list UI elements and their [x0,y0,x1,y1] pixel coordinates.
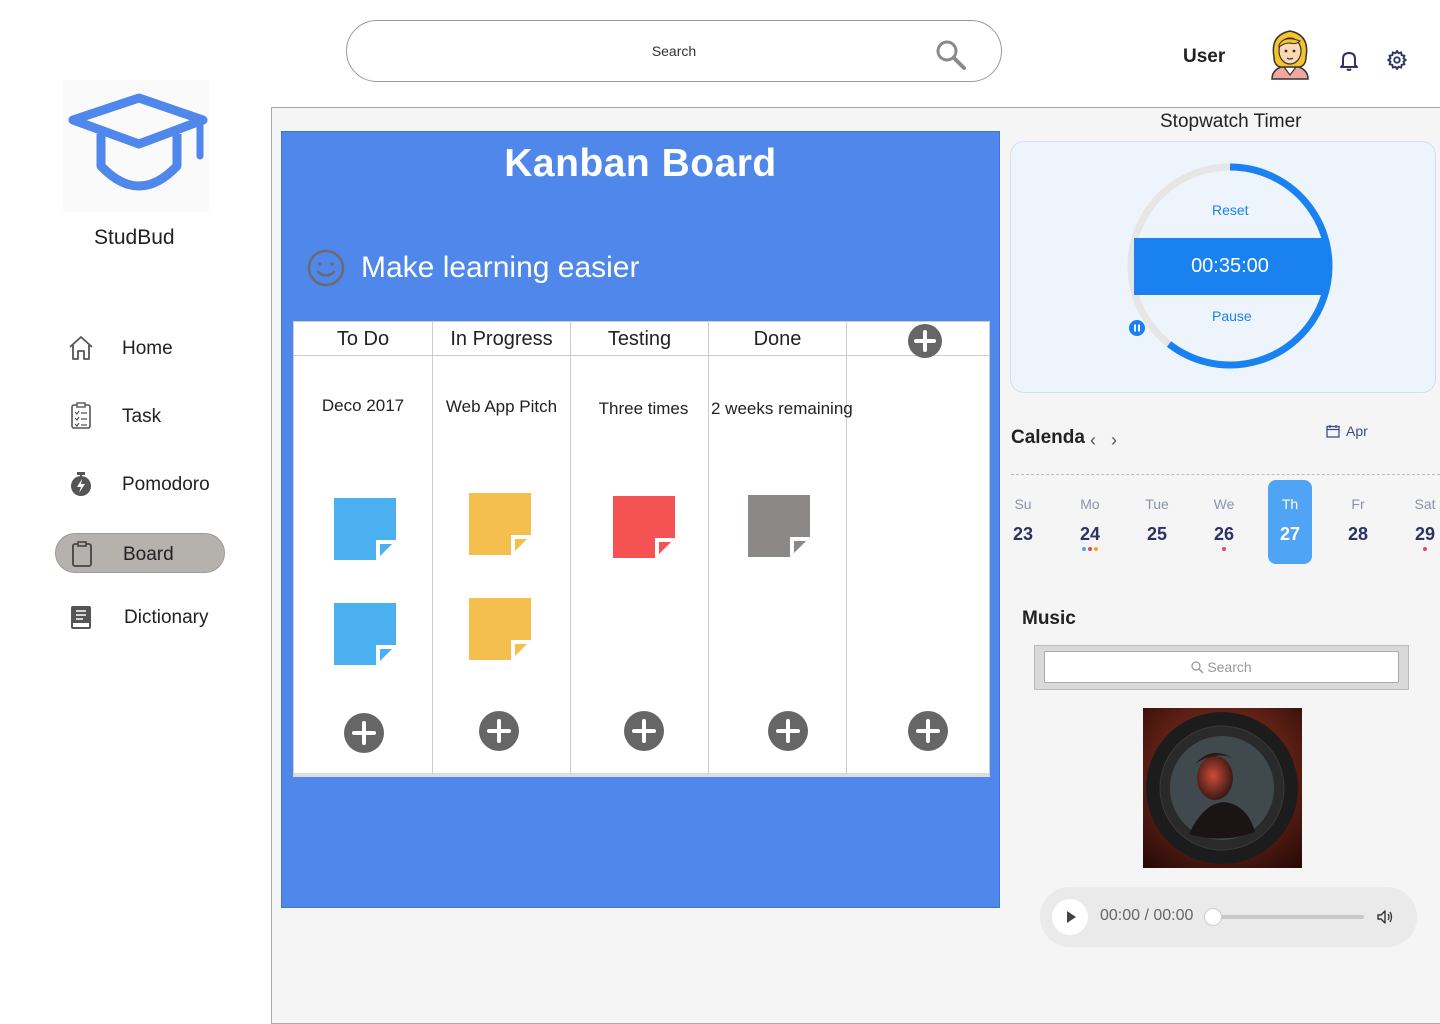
add-card-button[interactable] [767,710,809,752]
add-column-button[interactable] [904,320,946,362]
stopwatch-pause-button[interactable]: Pause [1212,308,1252,324]
avatar[interactable] [1266,27,1314,81]
sticky-note-icon[interactable] [467,596,533,662]
divider [1011,474,1440,475]
calendar-month: Apr [1346,423,1368,439]
kanban-column-new [847,322,989,774]
day-name: Sat [1414,496,1436,512]
music-search-input[interactable]: Search [1044,651,1399,683]
album-cover [1143,708,1302,868]
day-name: Th [1281,496,1299,512]
day-name: Tue [1145,496,1169,512]
audio-progress-handle[interactable] [1204,908,1222,926]
top-search-placeholder: Search [651,43,697,59]
day-date: 24 [1079,524,1101,544]
home-icon [69,336,93,360]
search-icon[interactable] [935,39,967,71]
add-card-button[interactable] [623,710,665,752]
bell-icon[interactable] [1338,49,1360,71]
audio-progress-track[interactable] [1212,915,1364,919]
add-card-button[interactable] [907,710,949,752]
day-date: 23 [1012,524,1034,544]
stopwatch-time: 00:35:00 [1134,238,1326,295]
search-icon [1191,661,1204,674]
sticky-note-icon[interactable] [332,496,398,562]
calendar-day[interactable]: Sat 29 [1403,480,1440,564]
chevron-right-icon[interactable]: › [1111,430,1117,451]
audio-player: 00:00 / 00:00 [1040,887,1417,947]
sidebar-item-label: Board [123,544,174,565]
book-icon [71,606,91,629]
task-card[interactable]: Web App Pitch [433,397,570,417]
task-card[interactable]: 2 weeks remaining [709,399,853,419]
day-name: We [1213,496,1235,512]
event-dots [1068,547,1112,553]
column-header: Done [709,322,846,356]
sticky-note-icon[interactable] [611,494,677,560]
sticky-note-icon[interactable] [467,491,533,557]
pause-icon[interactable] [1128,319,1146,337]
user-label: User [1183,46,1226,67]
play-icon [1067,911,1076,923]
chevron-left-icon[interactable]: ‹ [1090,430,1096,451]
music-search-bar: Search [1034,645,1409,690]
sticky-note-icon[interactable] [746,493,812,559]
day-name: Mo [1080,496,1100,512]
play-button[interactable] [1052,899,1088,935]
column-header: Testing [571,322,708,356]
sidebar-item-dictionary[interactable]: Dictionary [55,597,225,637]
day-date: 29 [1414,524,1436,544]
event-dots [1403,547,1440,553]
calendar-title: Calenda [1011,427,1085,448]
sidebar-item-label: Dictionary [124,607,209,628]
calendar-day[interactable]: Tue 25 [1135,480,1179,564]
smiley-icon [307,249,345,287]
add-card-button[interactable] [343,712,385,754]
calendar-day[interactable]: Mo 24 [1068,480,1112,564]
column-header: In Progress [433,322,570,356]
day-date: 25 [1146,524,1168,544]
calendar-month-picker[interactable]: Apr [1326,423,1368,439]
sidebar-item-label: Home [122,338,173,359]
brand-name: StudBud [94,226,175,249]
calendar-day[interactable]: We 26 [1202,480,1246,564]
clipboard-icon [72,541,92,567]
sidebar-item-label: Pomodoro [122,474,210,495]
kanban-title: Kanban Board [504,142,777,185]
stopwatch-title: Stopwatch Timer [1160,111,1302,132]
stopwatch-reset-button[interactable]: Reset [1212,202,1249,218]
kanban-tagline: Make learning easier [361,251,640,284]
sidebar-item-task[interactable]: Task [55,396,225,436]
calendar-icon [1326,425,1340,438]
gear-icon[interactable] [1386,49,1408,71]
sidebar-item-home[interactable]: Home [55,328,225,368]
stopwatch-icon [71,472,91,496]
task-card[interactable]: Deco 2017 [294,396,432,416]
music-title: Music [1022,608,1076,629]
sticky-note-icon[interactable] [332,601,398,667]
day-date: 28 [1347,524,1369,544]
sidebar-item-board[interactable]: Board [55,533,225,573]
checklist-icon [71,402,91,429]
task-card[interactable]: Three times [579,399,708,419]
day-date: 26 [1213,524,1235,544]
top-search-input[interactable]: Search [346,20,1002,82]
day-date: 27 [1279,524,1301,544]
volume-icon[interactable] [1376,908,1394,926]
day-name: Fr [1351,496,1365,512]
graduation-cap-icon [68,93,208,191]
calendar-day-selected[interactable]: Th 27 [1268,480,1312,564]
column-header: To Do [294,322,432,356]
sidebar-item-pomodoro[interactable]: Pomodoro [55,464,225,504]
music-search-placeholder: Search [1207,659,1252,675]
calendar-day[interactable]: Su 23 [1001,480,1045,564]
event-dots [1202,547,1246,553]
sidebar-item-label: Task [122,406,162,427]
day-name: Su [1014,496,1032,512]
calendar-day[interactable]: Fr 28 [1336,480,1380,564]
add-card-button[interactable] [478,710,520,752]
logo [63,80,209,212]
audio-time: 00:00 / 00:00 [1100,907,1194,924]
